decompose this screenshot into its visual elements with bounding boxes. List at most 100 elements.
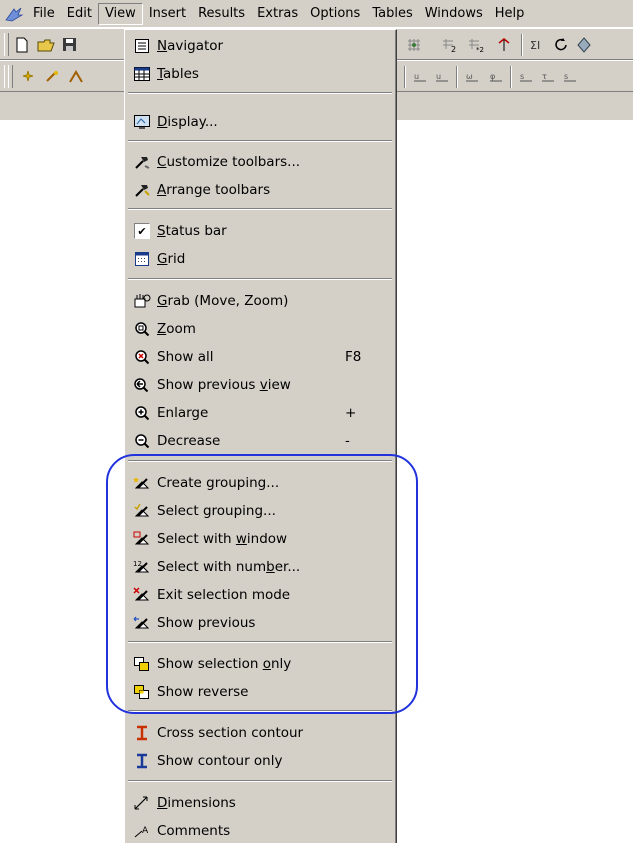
svg-text:u: u (436, 72, 441, 81)
select-line-icon[interactable] (42, 67, 62, 87)
exit-selection-icon (132, 585, 152, 605)
result-s2-icon[interactable]: τ (538, 67, 558, 87)
menu-edit[interactable]: Edit (61, 3, 98, 25)
checkmark-icon: ✔ (132, 221, 152, 241)
select-window-icon (132, 529, 152, 549)
menu-item-comments[interactable]: A Comments (127, 817, 393, 845)
menu-separator (128, 780, 392, 782)
hammer-arrange-icon (132, 180, 152, 200)
toolbar-grip[interactable] (8, 65, 13, 88)
menu-tables[interactable]: Tables (366, 3, 418, 25)
menu-separator (128, 208, 392, 210)
tables-icon (132, 64, 152, 84)
menu-item-show-previous[interactable]: Show previous (127, 609, 393, 637)
create-grouping-icon (132, 473, 152, 493)
menu-separator (128, 460, 392, 462)
menu-item-show-all[interactable]: Show all F8 (127, 343, 393, 371)
svg-text:s: s (564, 72, 568, 81)
menu-bar: File Edit View Insert Results Extras Opt… (0, 0, 633, 28)
dimensions-icon (132, 793, 152, 813)
menu-item-create-grouping[interactable]: Create grouping... (127, 469, 393, 497)
select-multi-icon[interactable] (66, 67, 86, 87)
svg-text:ω: ω (466, 72, 473, 81)
navigator-icon (132, 36, 152, 56)
mesh-icon[interactable] (404, 35, 424, 55)
select-tool-icon[interactable] (18, 67, 38, 87)
menu-item-select-with-number[interactable]: 12 Select with number... (127, 553, 393, 581)
contour-only-icon (132, 751, 152, 771)
comments-icon: A (132, 821, 152, 841)
result-s1-icon[interactable]: s (516, 67, 536, 87)
move-view-icon[interactable] (574, 35, 594, 55)
menu-options[interactable]: Options (304, 3, 366, 25)
toolbar-grip[interactable] (4, 33, 9, 56)
menu-insert[interactable]: Insert (143, 3, 192, 25)
hammer-icon (132, 152, 152, 172)
mesh-half-icon[interactable]: 2 (440, 35, 460, 55)
cross-section-icon (132, 723, 152, 743)
menu-item-grid[interactable]: Grid (127, 245, 393, 273)
menu-separator (128, 710, 392, 712)
menu-item-show-selection-only[interactable]: Show selection only (127, 650, 393, 678)
menu-separator (128, 92, 392, 94)
svg-text:s: s (520, 72, 524, 81)
menu-item-cross-section-contour[interactable]: Cross section contour (127, 719, 393, 747)
svg-text:*2: *2 (476, 46, 484, 53)
menu-item-zoom[interactable]: Zoom (127, 315, 393, 343)
menu-file[interactable]: File (27, 3, 61, 25)
menu-item-select-grouping[interactable]: Select grouping... (127, 497, 393, 525)
menu-item-status-bar[interactable]: ✔ Status bar (127, 217, 393, 245)
menu-item-arrange-toolbars[interactable]: Arrange toolbars (127, 176, 393, 204)
menu-item-display[interactable]: Display... (127, 108, 393, 136)
toolbar-separator (510, 66, 512, 88)
toolbar-separator (521, 34, 523, 56)
menu-item-exit-selection-mode[interactable]: Exit selection mode (127, 581, 393, 609)
menu-item-show-reverse[interactable]: Show reverse (127, 678, 393, 706)
zoom-icon (132, 319, 152, 339)
menu-item-show-contour-only[interactable]: Show contour only (127, 747, 393, 775)
menu-item-select-with-window[interactable]: Select with window (127, 525, 393, 553)
show-reverse-icon (132, 682, 152, 702)
decrease-icon (132, 431, 152, 451)
rotate-icon[interactable] (552, 35, 572, 55)
result-u2-icon[interactable]: u (432, 67, 452, 87)
menu-view[interactable]: View (97, 2, 143, 25)
open-folder-icon[interactable] (36, 35, 56, 55)
tensor-icon[interactable]: ΣI (528, 35, 548, 55)
node-icon[interactable] (494, 35, 514, 55)
menu-item-navigator[interactable]: Navigator (127, 32, 393, 60)
show-all-icon (132, 347, 152, 367)
mesh-double-icon[interactable]: *2 (466, 35, 486, 55)
result-u1-icon[interactable]: u (410, 67, 430, 87)
menu-item-enlarge[interactable]: Enlarge + (127, 399, 393, 427)
result-phi-icon[interactable]: φ (486, 67, 506, 87)
toolbar-separator (404, 66, 406, 88)
menu-separator (128, 140, 392, 142)
select-number-icon: 12 (132, 557, 152, 577)
menu-item-decrease[interactable]: Decrease - (127, 427, 393, 455)
menu-help[interactable]: Help (489, 3, 531, 25)
new-file-icon[interactable] (12, 35, 32, 55)
menu-item-show-previous-view[interactable]: Show previous view (127, 371, 393, 399)
menu-results[interactable]: Results (192, 3, 251, 25)
menu-item-grab[interactable]: Grab (Move, Zoom) (127, 287, 393, 315)
view-menu-dropdown: Navigator Tables Display... Customize to… (124, 29, 397, 843)
menu-windows[interactable]: Windows (419, 3, 489, 25)
result-s3-icon[interactable]: s (560, 67, 580, 87)
display-icon (132, 112, 152, 132)
grid-icon (132, 249, 152, 269)
save-icon[interactable] (60, 35, 80, 55)
menu-item-customize-toolbars[interactable]: Customize toolbars... (127, 148, 393, 176)
result-w-icon[interactable]: ω (462, 67, 482, 87)
menu-extras[interactable]: Extras (251, 3, 304, 25)
grab-icon (132, 291, 152, 311)
menu-item-dimensions[interactable]: Dimensions (127, 789, 393, 817)
menu-item-tables[interactable]: Tables (127, 60, 393, 88)
menu-separator (128, 641, 392, 643)
app-logo-icon (3, 4, 25, 24)
svg-text:12: 12 (133, 560, 142, 568)
enlarge-icon (132, 403, 152, 423)
svg-text:2: 2 (451, 45, 456, 53)
select-grouping-icon (132, 501, 152, 521)
svg-text:φ: φ (490, 72, 495, 81)
